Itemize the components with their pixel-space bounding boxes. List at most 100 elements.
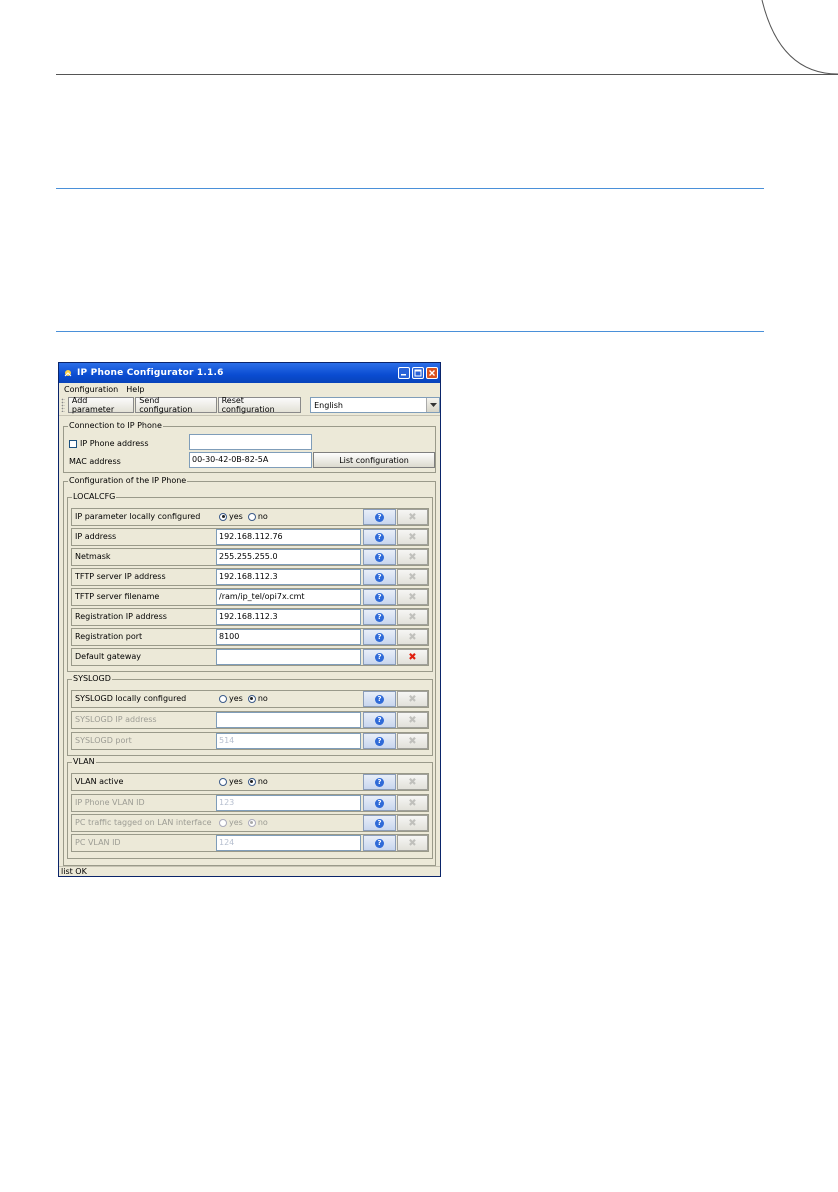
radio-option-no[interactable]: no <box>247 818 268 827</box>
parameter-label: VLAN active <box>75 777 124 786</box>
help-button[interactable]: ? <box>363 691 396 707</box>
send-configuration-button[interactable]: Send configuration <box>135 396 217 414</box>
status-bar: list OK <box>59 866 440 876</box>
localcfg-row: TFTP server filename/ram/ip_tel/opi7x.cm… <box>71 588 429 606</box>
parameter-value-input[interactable] <box>216 712 361 728</box>
radio-option-yes[interactable]: yes <box>219 818 243 827</box>
parameter-label: Netmask <box>75 552 111 561</box>
dropdown-arrow-icon[interactable] <box>426 398 439 412</box>
parameter-value-input[interactable]: 192.168.112.76 <box>216 529 361 545</box>
mac-address-input[interactable]: 00-30-42-0B-82-5A <box>189 452 312 468</box>
radio-yes-icon[interactable] <box>219 694 227 703</box>
delete-button[interactable]: ✖ <box>397 629 428 645</box>
radio-no-icon[interactable] <box>247 512 256 521</box>
maximize-button[interactable] <box>412 367 424 379</box>
parameter-label: PC VLAN ID <box>75 838 121 847</box>
add-parameter-button[interactable]: Add parameter <box>67 396 135 414</box>
radio-option-no[interactable]: no <box>247 694 268 703</box>
reset-configuration-button[interactable]: Reset configuration <box>217 396 302 414</box>
delete-button[interactable]: ✖ <box>397 835 428 851</box>
radio-yes-label: yes <box>229 694 243 703</box>
help-button[interactable]: ? <box>363 609 396 625</box>
help-icon: ? <box>375 777 384 787</box>
help-button[interactable]: ? <box>363 569 396 585</box>
help-icon: ? <box>375 552 384 562</box>
help-button[interactable]: ? <box>363 795 396 811</box>
delete-button[interactable]: ✖ <box>397 569 428 585</box>
radio-option-no[interactable]: no <box>247 777 268 786</box>
close-button[interactable] <box>426 367 438 379</box>
delete-button[interactable]: ✖ <box>397 815 428 831</box>
list-configuration-button[interactable]: List configuration <box>313 452 435 468</box>
delete-button[interactable]: ✖ <box>397 691 428 707</box>
vlan-row: PC traffic tagged on LAN interface yes no?… <box>71 814 429 832</box>
radio-no-label: no <box>257 512 268 521</box>
parameter-value-input[interactable]: /ram/ip_tel/opi7x.cmt <box>216 589 361 605</box>
help-button[interactable]: ? <box>363 509 396 525</box>
parameter-radio-group: yes no <box>216 815 364 831</box>
toolbar-grip[interactable] <box>61 398 65 412</box>
radio-option-yes[interactable]: yes <box>219 512 243 521</box>
parameter-value-input[interactable] <box>216 649 361 665</box>
help-button[interactable]: ? <box>363 815 396 831</box>
parameter-value-input[interactable]: 192.168.112.3 <box>216 609 361 625</box>
help-icon: ? <box>375 532 384 542</box>
menu-configuration[interactable]: Configuration <box>64 385 118 394</box>
language-select[interactable]: English <box>310 397 440 413</box>
radio-option-yes[interactable]: yes <box>219 777 243 786</box>
menu-help[interactable]: Help <box>126 385 144 394</box>
delete-button[interactable]: ✖ <box>397 589 428 605</box>
help-icon: ? <box>375 715 384 725</box>
delete-button[interactable]: ✖ <box>397 529 428 545</box>
syslogd-row: SYSLOGD port 514? ✖ <box>71 732 429 750</box>
localcfg-row: Netmask 255.255.255.0? ✖ <box>71 548 429 566</box>
delete-button[interactable]: ✖ <box>397 712 428 728</box>
help-button[interactable]: ? <box>363 549 396 565</box>
delete-button[interactable]: ✖ <box>397 549 428 565</box>
delete-icon: ✖ <box>408 531 417 543</box>
radio-no-icon[interactable] <box>247 818 256 827</box>
ip-phone-address-checkbox[interactable] <box>69 440 77 448</box>
parameter-label: IP parameter locally configured <box>75 512 201 521</box>
help-button[interactable]: ? <box>363 529 396 545</box>
radio-option-no[interactable]: no <box>247 512 268 521</box>
delete-button[interactable]: ✖ <box>397 733 428 749</box>
parameter-label: IP address <box>75 532 117 541</box>
help-button[interactable]: ? <box>363 733 396 749</box>
close-icon <box>429 370 435 376</box>
radio-yes-icon[interactable] <box>219 777 227 786</box>
localcfg-row: Default gateway? ✖ <box>71 648 429 666</box>
radio-option-yes[interactable]: yes <box>219 694 243 703</box>
section-rule-bottom <box>56 331 764 332</box>
window-title: IP Phone Configurator 1.1.6 <box>77 368 224 378</box>
radio-yes-icon[interactable] <box>219 512 227 521</box>
help-button[interactable]: ? <box>363 835 396 851</box>
help-icon: ? <box>375 838 384 848</box>
delete-button[interactable]: ✖ <box>397 509 428 525</box>
parameter-value-input[interactable]: 8100 <box>216 629 361 645</box>
delete-button[interactable]: ✖ <box>397 795 428 811</box>
parameter-label: IP Phone VLAN ID <box>75 798 145 807</box>
radio-yes-icon[interactable] <box>219 818 227 827</box>
help-button[interactable]: ? <box>363 649 396 665</box>
minimize-button[interactable] <box>398 367 410 379</box>
radio-no-icon[interactable] <box>247 777 256 786</box>
help-button[interactable]: ? <box>363 629 396 645</box>
help-icon: ? <box>375 798 384 808</box>
parameter-value-input[interactable]: 123 <box>216 795 361 811</box>
help-button[interactable]: ? <box>363 712 396 728</box>
delete-button[interactable]: ✖ <box>397 774 428 790</box>
parameter-value-input[interactable]: 124 <box>216 835 361 851</box>
minimize-icon <box>401 374 406 376</box>
radio-no-icon[interactable] <box>247 694 256 703</box>
help-button[interactable]: ? <box>363 589 396 605</box>
delete-button[interactable]: ✖ <box>397 649 428 665</box>
help-button[interactable]: ? <box>363 774 396 790</box>
parameter-value-input[interactable]: 255.255.255.0 <box>216 549 361 565</box>
parameter-value-input[interactable]: 192.168.112.3 <box>216 569 361 585</box>
delete-button[interactable]: ✖ <box>397 609 428 625</box>
language-value: English <box>314 400 343 410</box>
ip-phone-address-input[interactable] <box>189 434 312 450</box>
parameter-label: SYSLOGD IP address <box>75 715 157 724</box>
parameter-value-input[interactable]: 514 <box>216 733 361 749</box>
